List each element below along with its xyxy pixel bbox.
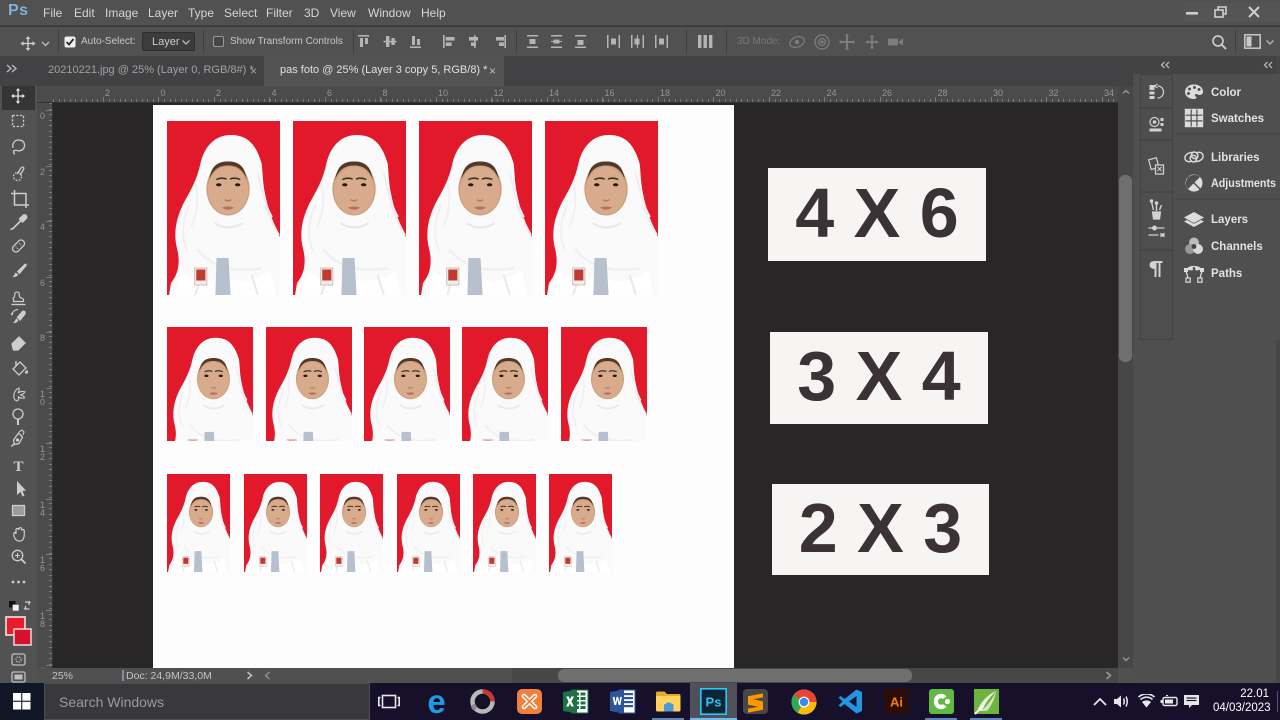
svg-text:Ps: Ps	[706, 695, 722, 710]
svg-text:Layers: Layers	[1211, 214, 1248, 226]
svg-text:T: T	[13, 459, 23, 475]
svg-text:Swatches: Swatches	[1211, 113, 1264, 125]
svg-text:Paths: Paths	[1211, 268, 1242, 280]
svg-text:Adjustments: Adjustments	[1211, 178, 1276, 190]
svg-text:Channels: Channels	[1211, 241, 1263, 253]
svg-text:Ai: Ai	[890, 695, 903, 710]
svg-text:Color: Color	[1211, 87, 1242, 99]
svg-text:Libraries: Libraries	[1211, 152, 1260, 164]
